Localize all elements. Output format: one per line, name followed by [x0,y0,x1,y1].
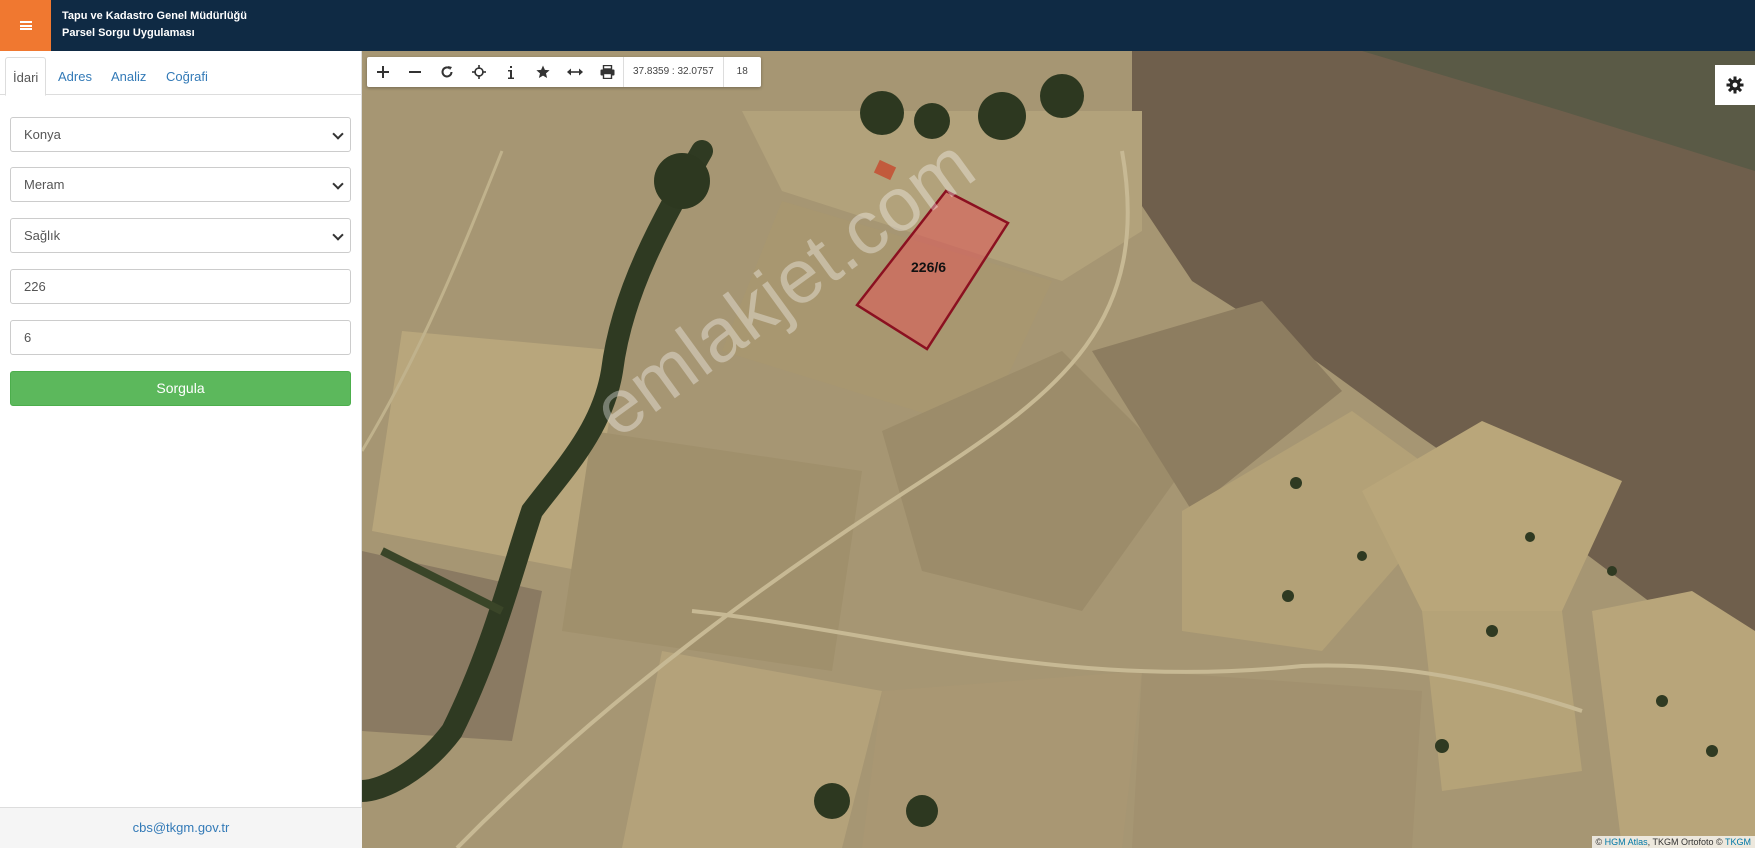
tab-bar: İdari Adres Analiz Coğrafi [0,51,362,96]
zoom-out-button[interactable] [399,57,431,87]
block-value: 226 [24,279,46,294]
app-title-line1: Tapu ve Kadastro Genel Müdürlüğü [62,10,247,22]
gear-icon [1726,76,1744,94]
printer-icon [600,65,614,79]
settings-button[interactable] [1715,65,1755,105]
app-title-line2: Parsel Sorgu Uygulaması [62,27,195,39]
plus-icon [377,66,389,78]
parcel-value: 6 [24,330,32,345]
hamburger-icon [19,21,32,30]
coordinate-readout: 37.8359 : 32.0757 [623,57,723,87]
chevron-down-icon [332,128,344,140]
footer-email-link[interactable]: cbs@tkgm.gov.tr [133,820,230,835]
tab-cografi[interactable]: Coğrafi [159,57,215,96]
crosshair-icon [472,65,486,79]
info-button[interactable] [495,57,527,87]
tkgm-link[interactable]: TKGM [1725,837,1751,847]
sidebar: İdari Adres Analiz Coğrafi Konya Meram S… [0,51,362,848]
block-input[interactable]: 226 [10,269,351,304]
query-button[interactable]: Sorgula [10,371,351,406]
refresh-icon [441,66,453,78]
parcel-label: 226/6 [911,259,947,275]
app-header: Tapu ve Kadastro Genel Müdürlüğü Parsel … [0,0,1755,51]
district-value: Meram [24,177,65,192]
map-toolbar: 37.8359 : 32.0757 18 [367,57,761,87]
province-select[interactable]: Konya [10,117,351,152]
star-icon [536,65,550,78]
neighborhood-select[interactable]: Sağlık [10,218,351,253]
print-button[interactable] [591,57,623,87]
favorite-button[interactable] [527,57,559,87]
measure-icon [567,68,583,76]
zoom-in-button[interactable] [367,57,399,87]
attribution-middle: , TKGM Ortofoto © [1647,837,1723,847]
measure-button[interactable] [559,57,591,87]
tab-adres[interactable]: Adres [51,57,99,96]
province-value: Konya [24,127,61,142]
neighborhood-value: Sağlık [24,228,61,243]
minus-icon [409,71,421,73]
refresh-button[interactable] [431,57,463,87]
hgm-atlas-link[interactable]: HGM Atlas [1605,837,1648,847]
tab-analiz[interactable]: Analiz [104,57,153,96]
map-view[interactable]: emlakjet.com 226/6 37.8359 : 32.0757 18 [362,51,1755,848]
map-attribution: © HGM Atlas, TKGM Ortofoto © TKGM [1591,836,1755,848]
parcel-input[interactable]: 6 [10,320,351,355]
sidebar-footer: cbs@tkgm.gov.tr [0,807,362,848]
zoom-level: 18 [722,57,761,87]
app-title: Tapu ve Kadastro Genel Müdürlüğü Parsel … [62,8,247,42]
chevron-down-icon [332,178,344,190]
tab-idari[interactable]: İdari [5,57,47,96]
hamburger-menu-button[interactable] [0,0,51,51]
district-select[interactable]: Meram [10,167,351,202]
info-icon [508,65,514,79]
locate-button[interactable] [463,57,495,87]
chevron-down-icon [332,229,344,241]
satellite-imagery [362,51,1755,848]
attribution-prefix: © [1595,837,1603,847]
